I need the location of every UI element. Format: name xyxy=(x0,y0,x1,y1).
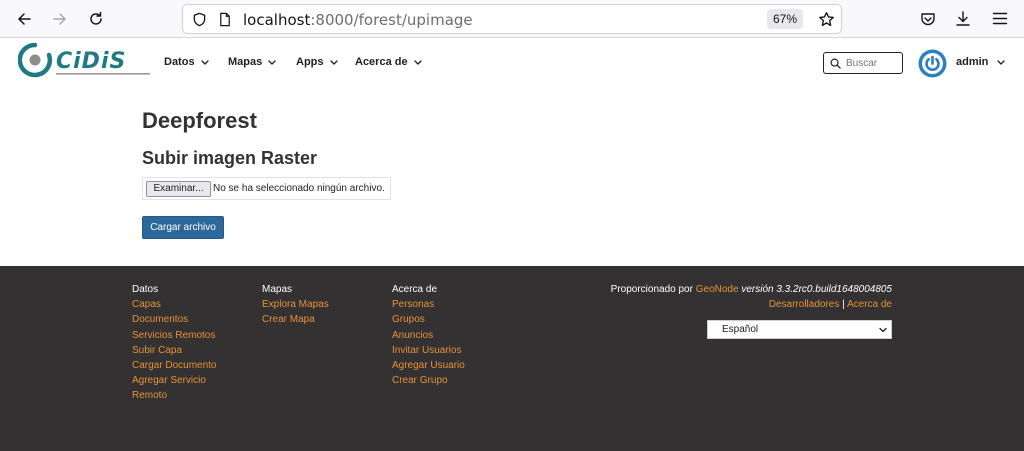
footer-link-agregar-usuario[interactable]: Agregar Usuario xyxy=(392,358,465,373)
arrow-left-icon xyxy=(18,13,31,25)
footer-link-cargar-documento[interactable]: Cargar Documento xyxy=(132,358,216,373)
footer-link-capas[interactable]: Capas xyxy=(132,297,216,312)
footer-heading: Datos xyxy=(132,284,159,295)
cidis-logo-icon[interactable]: CiDiS xyxy=(18,41,156,83)
version-text: versión 3.3.2rc0.build1648004805 xyxy=(741,284,892,295)
footer-link-crear-mapa[interactable]: Crear Mapa xyxy=(262,312,329,327)
site-header: CiDiS Datos Mapas Apps Acerca de admin xyxy=(0,39,1024,89)
shield-icon[interactable] xyxy=(192,12,207,27)
back-button[interactable] xyxy=(11,6,37,32)
powered-by: Proporcionado por GeoNode versión 3.3.2r… xyxy=(611,282,892,312)
menu-apps[interactable]: Apps xyxy=(296,56,338,68)
chevron-down-icon xyxy=(268,59,276,65)
search-box[interactable] xyxy=(823,52,903,74)
page-title: Deepforest xyxy=(142,108,257,133)
footer-link-servicios-remotos[interactable]: Servicios Remotos xyxy=(132,328,216,343)
file-status-text: No se ha seleccionado ningún archivo. xyxy=(213,183,385,194)
chevron-down-icon xyxy=(879,327,887,333)
language-select[interactable]: Español xyxy=(707,320,892,339)
footer-link-agregar-servicio[interactable]: Agregar Servicio xyxy=(132,373,216,388)
chevron-down-icon xyxy=(200,59,209,65)
footer-link-documentos[interactable]: Documentos xyxy=(132,312,216,327)
language-selected-value: Español xyxy=(722,324,759,335)
about-link[interactable]: Acerca de xyxy=(847,299,892,310)
powered-by-line: Proporcionado por GeoNode versión 3.3.2r… xyxy=(611,282,892,297)
footer-link-invitar-usuarios[interactable]: Invitar Usuarios xyxy=(392,343,465,358)
arrow-right-icon xyxy=(53,13,66,25)
footer-column-mapas: Mapas Explora Mapas Crear Mapa xyxy=(262,282,329,328)
footer-link-explora-mapas[interactable]: Explora Mapas xyxy=(262,297,329,312)
browse-file-button[interactable]: Examinar... xyxy=(146,181,211,197)
url-path: :8000/forest/upimage xyxy=(310,11,473,29)
star-icon[interactable] xyxy=(818,11,835,28)
footer-link-anuncios[interactable]: Anuncios xyxy=(392,328,465,343)
footer-heading: Acerca de xyxy=(392,284,438,295)
menu-apps-label: Apps xyxy=(296,56,324,68)
developers-link[interactable]: Desarrolladores xyxy=(769,299,840,310)
url-bar[interactable]: localhost:8000/forest/upimage 67% xyxy=(182,4,842,34)
url-text[interactable]: localhost:8000/forest/upimage xyxy=(243,11,473,29)
footer-link-crear-grupo[interactable]: Crear Grupo xyxy=(392,373,465,388)
reload-icon xyxy=(90,11,102,25)
avatar[interactable] xyxy=(918,49,947,78)
footer-link-agregar-servicio-remoto[interactable]: Remoto xyxy=(132,388,216,403)
search-input[interactable] xyxy=(846,56,900,70)
footer-column-acerca-de: Acerca de Personas Grupos Anuncios Invit… xyxy=(392,282,465,388)
site-footer: Datos Capas Documentos Servicios Remotos… xyxy=(0,266,1024,451)
url-host: localhost xyxy=(243,11,311,29)
upload-file-button[interactable]: Cargar archivo xyxy=(142,216,224,239)
search-icon xyxy=(830,58,841,69)
menu-acerca-de[interactable]: Acerca de xyxy=(355,56,422,68)
footer-links-line: Desarrolladores | Acerca de xyxy=(611,297,892,312)
hamburger-menu-icon[interactable] xyxy=(992,11,1008,26)
browser-toolbar: localhost:8000/forest/upimage 67% xyxy=(0,0,1024,38)
separator: | xyxy=(842,299,845,311)
footer-link-personas[interactable]: Personas xyxy=(392,297,465,312)
svg-text:CiDiS: CiDiS xyxy=(56,49,126,74)
geonode-link[interactable]: GeoNode xyxy=(696,284,739,295)
page-icon[interactable] xyxy=(218,12,232,27)
footer-link-grupos[interactable]: Grupos xyxy=(392,312,465,327)
menu-datos[interactable]: Datos xyxy=(164,56,209,68)
footer-link-subir-capa[interactable]: Subir Capa xyxy=(132,343,216,358)
chevron-down-icon xyxy=(997,59,1006,65)
download-icon[interactable] xyxy=(955,10,971,27)
section-title: Subir imagen Raster xyxy=(142,148,318,168)
user-menu[interactable]: admin xyxy=(956,56,1006,68)
zoom-level-badge[interactable]: 67% xyxy=(767,9,804,29)
pocket-icon[interactable] xyxy=(920,11,936,27)
menu-datos-label: Datos xyxy=(164,56,195,68)
powered-by-label: Proporcionado por xyxy=(610,284,693,295)
user-name-label: admin xyxy=(956,56,989,68)
menu-mapas[interactable]: Mapas xyxy=(228,56,276,68)
menu-acerca-de-label: Acerca de xyxy=(355,56,408,68)
footer-heading: Mapas xyxy=(262,284,293,295)
chevron-down-icon xyxy=(413,59,422,65)
menu-mapas-label: Mapas xyxy=(228,56,263,68)
footer-column-datos: Datos Capas Documentos Servicios Remotos… xyxy=(132,282,216,404)
forward-button[interactable] xyxy=(47,6,73,32)
file-input[interactable]: Examinar... No se ha seleccionado ningún… xyxy=(142,177,391,200)
reload-button[interactable] xyxy=(83,6,109,32)
chevron-down-icon xyxy=(329,59,338,65)
